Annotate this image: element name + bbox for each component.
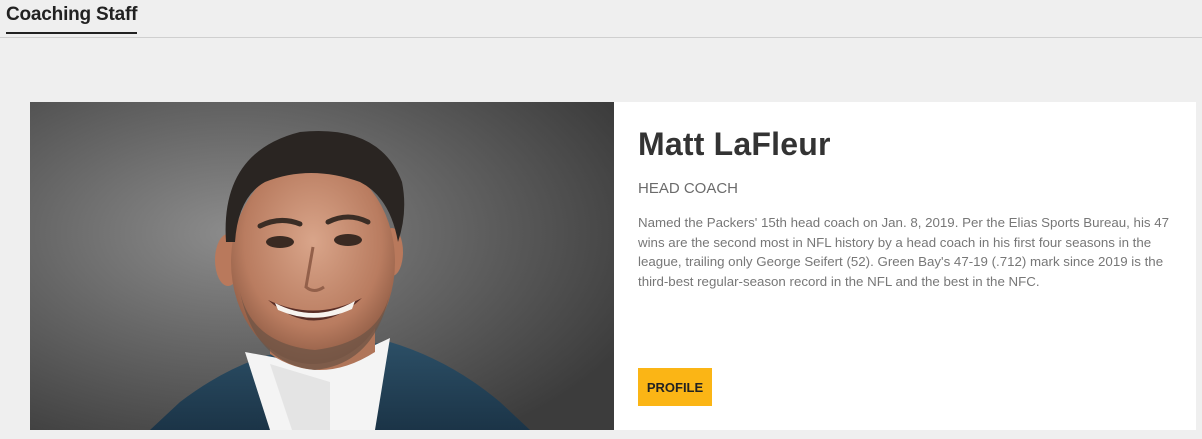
coach-photo <box>30 102 614 430</box>
tab-coaching-staff[interactable]: Coaching Staff <box>6 4 137 34</box>
coach-portrait-image <box>30 102 614 430</box>
coach-name: Matt LaFleur <box>638 126 831 162</box>
section-tabbar: Coaching Staff <box>0 0 1202 38</box>
coach-title: HEAD COACH <box>638 180 739 197</box>
profile-button[interactable]: PROFILE <box>638 368 712 406</box>
coach-info: Matt LaFleur HEAD COACH Named the Packer… <box>638 102 1178 430</box>
coach-card: Matt LaFleur HEAD COACH Named the Packer… <box>30 102 1196 430</box>
coach-bio: Named the Packers' 15th head coach on Ja… <box>638 215 1170 289</box>
